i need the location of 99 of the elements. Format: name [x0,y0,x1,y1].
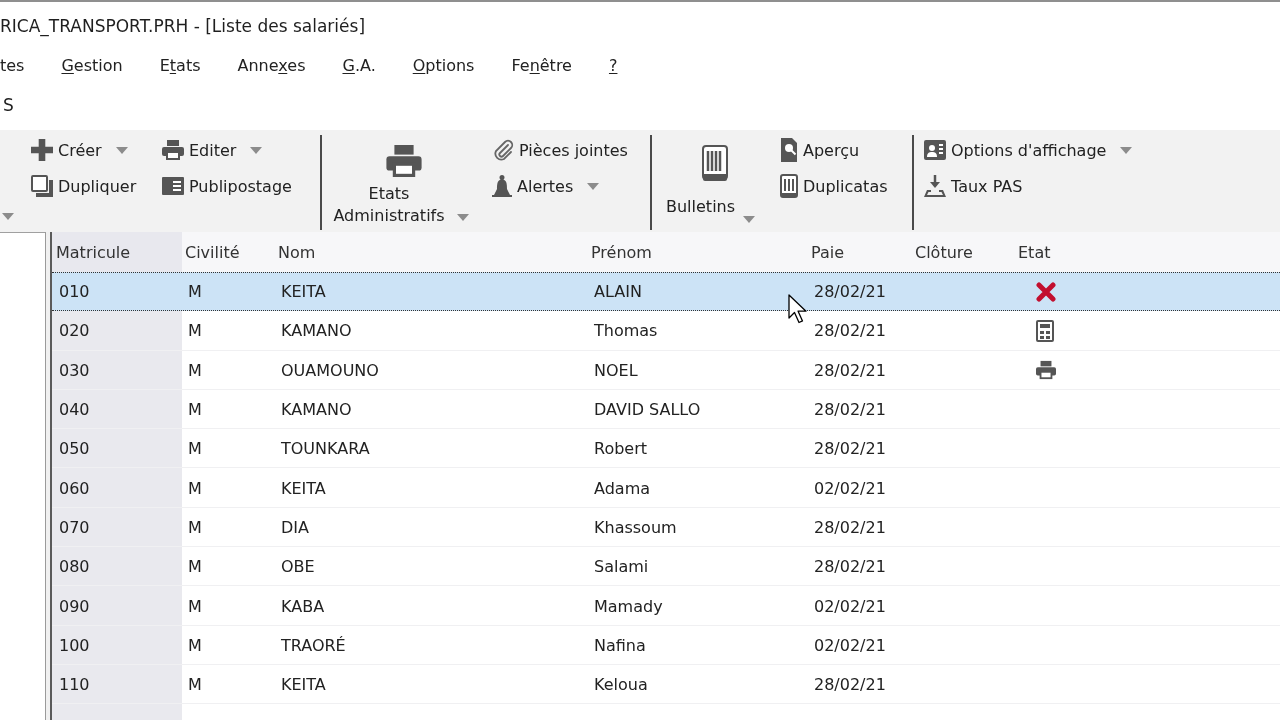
table-cell: 28/02/21 [814,360,886,380]
table-cell: KABA [281,596,325,616]
striped-document-icon [702,145,728,181]
table-cell: Salami [594,557,649,577]
table-cell: Mamady [594,596,663,616]
table-cell: Thomas [594,321,658,341]
ribbon-button[interactable]: Dupliquer [29,171,139,201]
table-cell: M [188,360,202,380]
table-cell: 28/02/21 [814,517,886,537]
table-cell: DIA [281,517,309,537]
table-cell: M [188,321,202,341]
table-cell: KAMANO [281,321,352,341]
column-header[interactable]: Etat [1018,242,1051,262]
table-cell: 030 [59,360,90,380]
table-cell: 02/02/21 [814,478,886,498]
striped-document-icon [780,174,798,198]
document-search-icon [780,138,798,162]
table-cell: OBE [281,557,315,577]
table-cell: 060 [59,478,90,498]
ribbon-large-button[interactable]: Bulletins [660,135,770,232]
table-cell: 28/02/21 [814,557,886,577]
table-cell: TRAORÉ [281,635,346,655]
ribbon-button[interactable]: Duplicatas [778,171,890,201]
menu-item[interactable]: Fenêtre [511,55,572,75]
section-title: S [3,95,14,115]
table-cell: 040 [59,400,90,420]
bell-icon [492,175,512,197]
menu-item[interactable]: ? [608,55,618,75]
plus-icon [31,139,53,161]
ribbon-button[interactable]: Publipostage [160,171,294,201]
table-cell: 020 [59,321,90,341]
table-cell: KEITA [281,282,326,302]
document-lines-icon [162,177,184,195]
table-cell: KEITA [281,675,326,695]
ribbon-button[interactable]: Aperçu [778,135,862,165]
menu-item[interactable]: Annexes [237,55,306,75]
table-cell: M [188,517,202,537]
table-cell: M [188,557,202,577]
menu-item[interactable]: G.A. [342,55,376,75]
column-header[interactable]: Paie [811,242,845,262]
table-cell: M [188,439,202,459]
printer-icon [385,145,422,177]
window-title: RICA_TRANSPORT.PRH - [Liste des salariés] [0,16,366,36]
menu-item[interactable]: Gestion [61,55,123,75]
table-cell: M [188,478,202,498]
ribbon-large-button[interactable]: Etats Administratifs [325,135,482,232]
table-cell: 100 [59,635,90,655]
ribbon-button[interactable]: Pièces jointes [490,135,630,165]
column-header[interactable]: Civilité [185,242,240,262]
table-cell: 28/02/21 [814,282,886,302]
table-cell: Adama [594,478,650,498]
caret-icon[interactable] [2,213,14,220]
table-cell: M [188,675,202,695]
paperclip-icon [492,139,514,161]
table-cell: DAVID SALLO [594,400,701,420]
table-cell: 010 [59,282,90,302]
column-header[interactable]: Nom [278,242,316,262]
table-cell: 02/02/21 [814,596,886,616]
table-cell: NOEL [594,360,638,380]
table-cell: 02/02/21 [814,635,886,655]
table-cell: M [188,635,202,655]
ribbon-button[interactable]: Taux PAS [922,171,1025,201]
ribbon-button[interactable]: Créer [29,135,130,165]
table-cell: M [188,596,202,616]
table-cell: 28/02/21 [814,321,886,341]
table-cell: 28/02/21 [814,675,886,695]
duplicate-icon [31,175,53,197]
printer-icon [162,140,184,160]
ribbon-button[interactable]: Options d'affichage [922,135,1135,165]
table-cell: M [188,400,202,420]
table-cell: OUAMOUNO [281,360,379,380]
table-cell: 110 [59,675,90,695]
table-cell: 050 [59,439,90,459]
column-header[interactable]: Clôture [915,242,973,262]
table-cell: 28/02/21 [814,400,886,420]
mouse-pointer-icon [788,294,807,324]
table-cell: 070 [59,517,90,537]
table-cell: 080 [59,557,90,577]
menu-item[interactable]: tes [0,55,25,75]
ribbon-button[interactable]: Editer [160,135,265,165]
contact-card-icon [924,140,946,160]
table-cell: 28/02/21 [814,439,886,459]
table-cell: M [188,282,202,302]
column-header[interactable]: Matricule [56,242,131,262]
table-cell: Khassoum [594,517,677,537]
table-cell: 090 [59,596,90,616]
table-cell: KAMANO [281,400,352,420]
ribbon-button[interactable]: Alertes [490,171,602,201]
table-cell: KEITA [281,478,326,498]
table-cell: TOUNKARA [281,439,370,459]
table-cell: Nafina [594,635,646,655]
menu-item[interactable]: Etats [159,55,201,75]
table-cell: Keloua [594,675,648,695]
table-row[interactable]: 010 M KEITA ALAIN 28/02/21 [52,272,1280,312]
column-header[interactable]: Prénom [591,242,652,262]
download-icon [924,175,946,197]
menu-item[interactable]: Options [412,55,475,75]
table-cell: Robert [594,439,648,459]
table-cell: ALAIN [594,282,642,302]
